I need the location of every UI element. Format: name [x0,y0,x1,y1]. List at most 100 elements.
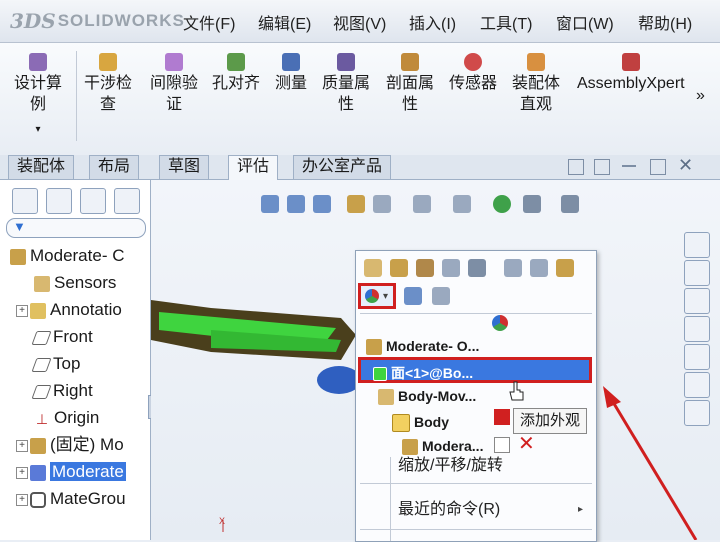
smart-fastener-icon[interactable] [530,259,548,277]
view-palette-icon[interactable] [684,344,710,370]
menu-tools[interactable]: 工具(T) [480,10,532,34]
tile-icon[interactable] [594,159,610,175]
menu-help[interactable]: 帮助(H) [638,10,692,34]
appearance-target-body[interactable]: Body [392,409,449,435]
hide-show-icon[interactable] [453,195,471,213]
filter-icon: ▼ [13,219,26,234]
menu-recent-commands[interactable]: 最近的命令(R) ▸ [398,497,588,523]
tree-item-label: Moderate- C [30,246,125,265]
tab-sketch[interactable]: 草图 [159,155,210,179]
menu-edit[interactable]: 编辑(E) [258,10,311,34]
apply-scene-icon[interactable] [523,195,541,213]
minimize-icon[interactable] [622,165,636,167]
add-appearance-swatch-icon[interactable] [494,409,510,425]
tab-evaluate[interactable]: 评估 [228,155,279,180]
tree-item-annotations[interactable]: + Annotatio [0,297,166,323]
mate-icon[interactable] [504,259,522,277]
part-icon [30,464,46,481]
origin-x-label: X [219,516,225,526]
display-style-icon[interactable] [413,195,431,213]
tree-item-label: Top [53,354,81,373]
measure-button[interactable]: 测量 [275,53,307,94]
menu-bar: 3DS SOLIDWORKS 文件(F) 编辑(E) 视图(V) 插入(I) 工… [0,0,720,43]
sketch-icon[interactable] [556,259,574,277]
view-orientation-icon[interactable] [373,195,391,213]
section-view-icon[interactable] [347,195,365,213]
interference-button[interactable]: 干涉检 查 [84,53,132,115]
appearance-target-face[interactable]: 面<1>@Bo... [358,357,592,383]
menu-item-label: Moderate- O... [386,338,480,354]
tool-label: AssemblyXpert [577,75,685,92]
configuration-manager-tab-icon[interactable] [80,188,106,214]
menu-window[interactable]: 窗口(W) [556,10,614,34]
tree-item-mate-group[interactable]: + MateGrou [0,486,166,512]
section-properties-button[interactable]: 剖面属 性 [386,53,434,115]
custom-properties-icon[interactable] [684,400,710,426]
design-study-button[interactable]: 设计算 例 ▾ [14,53,62,137]
property-manager-tab-icon[interactable] [46,188,72,214]
tree-item-label: Moderate [50,462,126,481]
zoom-to-fit-icon[interactable] [261,195,279,213]
hand-cursor-icon [508,380,526,404]
menu-view[interactable]: 视图(V) [333,10,386,34]
appearance-button[interactable]: ▾ [358,283,396,309]
appearance-target-assembly[interactable]: Moderate- O... [366,333,479,359]
tree-item-fixed-part[interactable]: + (固定) Mo [0,432,166,458]
appearances-icon[interactable] [684,372,710,398]
mass-properties-button[interactable]: 质量属 性 [322,53,370,115]
file-explorer-icon[interactable] [684,316,710,342]
dropdown-arrow-icon[interactable]: ▾ [35,123,40,137]
tree-item-root[interactable]: Moderate- C [0,243,160,269]
display-states-icon[interactable] [404,287,422,305]
feature-manager-tab-icon[interactable] [12,188,38,214]
edit-appearance-icon[interactable] [493,195,511,213]
sensor-button[interactable]: 传感器 [449,53,497,94]
zoom-to-area-icon[interactable] [287,195,305,213]
tool-label: 性 [338,96,355,113]
section-properties-icon [401,53,419,71]
home-icon[interactable] [684,260,710,286]
design-study-icon [29,53,47,71]
interference-icon [99,53,117,71]
menu-file[interactable]: 文件(F) [183,10,235,34]
expand-icon[interactable]: + [16,439,28,452]
tree-filter[interactable]: ▼ [6,218,146,238]
tool-label: 例 [30,96,47,113]
edit-part-icon[interactable] [390,259,408,277]
component-props-icon[interactable] [416,259,434,277]
previous-view-icon[interactable] [313,195,331,213]
clearance-button[interactable]: 间隙验 证 [150,53,198,115]
tool-label: 传感器 [449,75,498,92]
view-settings-icon[interactable] [561,195,579,213]
tree-item-moderate-part[interactable]: + Moderate [0,459,166,485]
menu-zoom-pan-rotate[interactable]: 缩放/平移/旋转 [398,453,588,479]
design-library-icon[interactable] [684,288,710,314]
display-manager-tab-icon[interactable] [114,188,140,214]
close-icon[interactable]: ✕ [678,155,693,176]
open-part-icon[interactable] [364,259,382,277]
tab-layout[interactable]: 布局 [89,155,140,179]
appearance-target-body-move[interactable]: Body-Mov... [378,383,476,409]
expand-icon[interactable]: + [16,466,28,479]
toolbar-more-button[interactable]: » [696,87,705,105]
hole-align-button[interactable]: 孔对齐 [212,53,260,94]
resources-icon[interactable] [684,232,710,258]
display-pane-icon[interactable] [432,287,450,305]
isolate-icon[interactable] [468,259,486,277]
expand-icon[interactable]: + [16,493,28,506]
tab-assembly[interactable]: 装配体 [8,155,75,179]
hide-component-icon[interactable] [442,259,460,277]
maximize-icon[interactable] [650,159,666,175]
restore-icon[interactable] [568,159,584,175]
menu-insert[interactable]: 插入(I) [409,10,456,34]
tree-item-label: Front [53,327,93,346]
tool-label: 性 [402,96,419,113]
tool-label: 设计算 [14,75,63,92]
expand-icon[interactable]: + [16,304,28,317]
command-tabs: 装配体 布局 草图 评估 办公室产品 ✕ [0,155,720,180]
tab-office-products[interactable]: 办公室产品 [293,155,392,179]
tool-label: 孔对齐 [212,75,261,92]
remove-appearance-swatch-icon[interactable] [494,437,510,453]
assemblyxpert-button[interactable]: AssemblyXpert [577,53,685,94]
assembly-visualization-button[interactable]: 装配体 直观 [512,53,560,115]
